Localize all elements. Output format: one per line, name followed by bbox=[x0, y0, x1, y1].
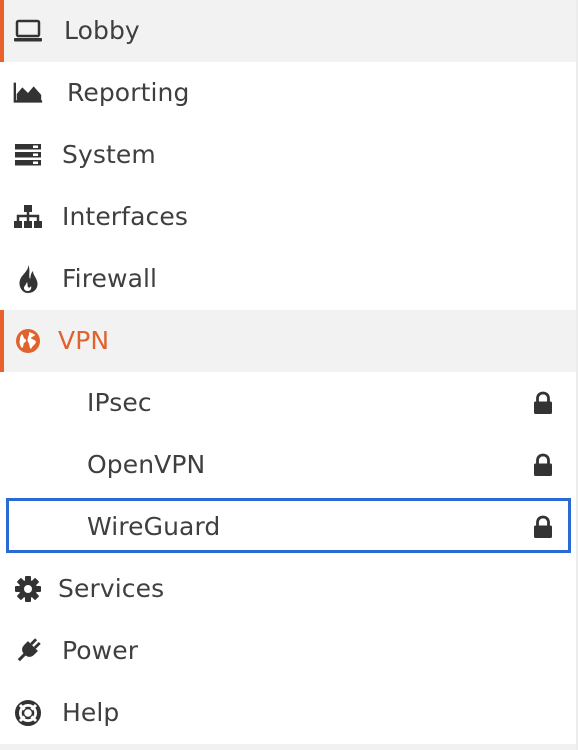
sidebar-item-label: Lobby bbox=[64, 15, 140, 45]
sidebar-item-label: Help bbox=[62, 697, 120, 727]
sitemap-icon bbox=[12, 201, 44, 233]
gear-icon bbox=[12, 573, 44, 605]
lock-icon bbox=[532, 391, 554, 415]
sidebar-item-reporting[interactable]: Reporting bbox=[0, 62, 576, 124]
sidebar-item-label: Firewall bbox=[62, 263, 158, 293]
sidebar-item-system[interactable]: System bbox=[0, 124, 576, 186]
globe-icon bbox=[12, 325, 44, 357]
area-chart-icon bbox=[12, 77, 44, 109]
sidebar-item-interfaces[interactable]: Interfaces bbox=[0, 186, 576, 248]
sidebar-item-label: Interfaces bbox=[62, 201, 188, 231]
sidebar-item-help[interactable]: Help bbox=[0, 682, 576, 744]
sidebar-item-lobby[interactable]: Lobby bbox=[0, 0, 576, 62]
submenu-item-label: OpenVPN bbox=[87, 449, 206, 479]
submenu-item-label: IPsec bbox=[87, 387, 152, 417]
plug-icon bbox=[12, 635, 44, 667]
sidebar-item-label: Services bbox=[58, 573, 165, 603]
sidebar-item-label: Power bbox=[62, 635, 139, 665]
submenu-item-ipsec[interactable]: IPsec bbox=[0, 372, 576, 434]
sidebar-item-vpn[interactable]: VPN bbox=[0, 310, 576, 372]
sidebar-item-power[interactable]: Power bbox=[0, 620, 576, 682]
sidebar-item-firewall[interactable]: Firewall bbox=[0, 248, 576, 310]
laptop-icon bbox=[12, 15, 44, 47]
lock-icon bbox=[532, 515, 554, 539]
submenu-item-openvpn[interactable]: OpenVPN bbox=[0, 434, 576, 496]
submenu-item-wireguard[interactable]: WireGuard bbox=[0, 496, 576, 558]
life-ring-icon bbox=[12, 697, 44, 729]
sidebar-item-label: VPN bbox=[58, 325, 110, 355]
sidebar-item-label: Reporting bbox=[67, 77, 190, 107]
fire-icon bbox=[12, 263, 44, 295]
lock-icon bbox=[532, 453, 554, 477]
sidebar-item-label: System bbox=[62, 139, 156, 169]
sidebar-item-services[interactable]: Services bbox=[0, 558, 576, 620]
server-icon bbox=[12, 139, 44, 171]
submenu-item-label: WireGuard bbox=[87, 511, 221, 541]
sidebar-menu: Lobby Reporting System Interfaces Firewa… bbox=[0, 0, 578, 750]
